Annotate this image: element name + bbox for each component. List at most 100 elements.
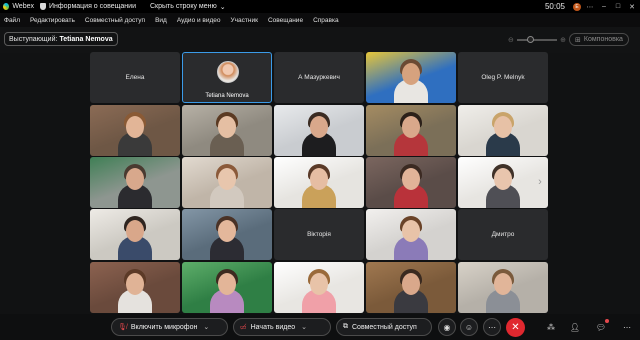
maximize-icon[interactable]: □ xyxy=(613,3,623,10)
zoom-slider[interactable] xyxy=(516,36,558,43)
reactions-button[interactable]: ☺ xyxy=(460,318,478,336)
participant-name: Вікторія xyxy=(307,231,331,238)
zoom-in-icon[interactable]: ⊕ xyxy=(560,36,566,44)
participant-tile[interactable]: Дмитро xyxy=(458,209,548,260)
menu-item-file[interactable]: Файл xyxy=(4,17,20,24)
video-off-icon: ▭̸ xyxy=(240,324,247,331)
leave-meeting-button[interactable]: ✕ xyxy=(506,318,525,337)
participant-face xyxy=(402,220,420,242)
menu-item-help[interactable]: Справка xyxy=(313,17,339,24)
video-feed xyxy=(182,105,272,156)
participant-tile[interactable]: Вікторія xyxy=(274,209,364,260)
share-label: Совместный доступ xyxy=(352,323,417,331)
record-button[interactable]: ◉ xyxy=(438,318,456,336)
chevron-down-icon: ⌄ xyxy=(219,3,226,11)
participant-video-tile[interactable] xyxy=(90,105,180,156)
share-screen-icon: ⧉ xyxy=(343,323,348,330)
participant-video-tile[interactable] xyxy=(366,105,456,156)
share-button[interactable]: ⧉ Совместный доступ xyxy=(336,318,432,336)
participant-video-tile[interactable] xyxy=(182,209,272,260)
title-bar: Webex Информация о совещании Скрыть стро… xyxy=(0,0,640,13)
more-icon[interactable]: ⋯ xyxy=(585,3,595,11)
start-video-button[interactable]: ▭̸ Начать видео ⌄ xyxy=(233,318,331,336)
menu-item-audio-video[interactable]: Аудио и видео xyxy=(177,17,221,24)
video-feed xyxy=(458,262,548,313)
presenter-bar: Выступающий: Tetiana Nemova ⊖ ⊕ ⊞ Компон… xyxy=(0,27,640,53)
participant-video-tile[interactable] xyxy=(458,105,548,156)
video-feed xyxy=(90,105,180,156)
menu-item-share[interactable]: Совместный доступ xyxy=(85,17,145,24)
unmute-button[interactable]: 🎙︎̸ Включить микрофон ⌄ xyxy=(111,318,228,336)
participant-name: Tetiana Nemova xyxy=(205,93,249,99)
participant-video-tile[interactable] xyxy=(366,209,456,260)
participant-name: А Мазуркевич xyxy=(298,74,340,81)
hide-menu-bar-button[interactable]: Скрыть строку меню ⌄ xyxy=(150,3,226,11)
participant-name: Oleg P. Melnyk xyxy=(481,74,525,81)
participant-video-tile[interactable] xyxy=(90,157,180,208)
participant-video-tile[interactable] xyxy=(182,105,272,156)
participant-video-tile[interactable] xyxy=(274,105,364,156)
more-icon: ⋯ xyxy=(623,322,631,332)
next-page-arrow-icon[interactable]: › xyxy=(531,171,549,193)
meeting-controls-bar: 🎙︎̸ Включить микрофон ⌄ ▭̸ Начать видео … xyxy=(0,314,640,340)
participant-video-tile[interactable] xyxy=(90,209,180,260)
active-speaker-tile[interactable]: Tetiana Nemova xyxy=(182,52,272,103)
participant-face xyxy=(310,116,328,138)
participant-video-tile[interactable] xyxy=(182,262,272,313)
participant-tile[interactable]: Oleg P. Melnyk xyxy=(458,52,548,103)
participant-video-tile[interactable] xyxy=(366,52,456,103)
participants-button[interactable]: 👤︎ xyxy=(568,320,582,334)
mic-muted-icon: 🎙︎̸ xyxy=(118,324,127,331)
menu-item-edit[interactable]: Редактировать xyxy=(30,17,75,24)
video-feed xyxy=(90,262,180,313)
more-icon: ⋯ xyxy=(488,322,496,332)
active-speaker-pill[interactable]: Выступающий: Tetiana Nemova xyxy=(4,32,118,46)
close-icon[interactable]: ✕ xyxy=(627,3,637,11)
close-icon: ✕ xyxy=(511,322,520,333)
participant-face xyxy=(126,220,144,242)
video-feed xyxy=(366,157,456,208)
menu-item-view[interactable]: Вид xyxy=(155,17,167,24)
video-feed xyxy=(90,157,180,208)
participant-face xyxy=(494,116,512,138)
minimize-icon[interactable]: – xyxy=(599,3,609,10)
participant-video-tile[interactable] xyxy=(274,157,364,208)
participant-tile[interactable]: Елена xyxy=(90,52,180,103)
video-feed xyxy=(182,262,272,313)
video-feed xyxy=(274,105,364,156)
app-name: Webex xyxy=(12,3,34,10)
emoji-icon: ☺ xyxy=(464,322,474,332)
video-feed xyxy=(366,262,456,313)
video-feed xyxy=(274,262,364,313)
participant-grid: Елена Tetiana Nemova А Мазуркевич Oleg P. M… xyxy=(90,52,550,314)
more-panels-button[interactable]: ⋯ xyxy=(620,320,634,334)
zoom-slider-handle[interactable] xyxy=(526,36,534,43)
meeting-info-button[interactable]: Информация о совещании xyxy=(40,3,136,10)
chevron-down-icon[interactable]: ⌄ xyxy=(301,323,307,331)
menu-item-participant[interactable]: Участник xyxy=(231,17,258,24)
participant-video-tile[interactable] xyxy=(458,262,548,313)
chevron-down-icon[interactable]: ⌄ xyxy=(203,323,209,331)
chat-button[interactable]: 💬︎ xyxy=(594,319,609,334)
participant-video-tile[interactable] xyxy=(182,157,272,208)
zoom-out-icon[interactable]: ⊖ xyxy=(508,36,514,44)
participant-face xyxy=(402,273,420,295)
presenter-name: Tetiana Nemova xyxy=(59,35,113,43)
participant-video-tile[interactable] xyxy=(366,157,456,208)
participant-video-tile[interactable] xyxy=(90,262,180,313)
webex-logo-icon xyxy=(3,3,10,10)
participant-video-tile[interactable] xyxy=(274,262,364,313)
participant-video-tile[interactable] xyxy=(366,262,456,313)
apps-button[interactable]: ⁂ xyxy=(544,320,558,334)
avatar xyxy=(217,61,239,83)
more-options-button[interactable]: ⋯ xyxy=(483,318,501,336)
layout-grid-icon: ⊞ xyxy=(575,36,581,44)
video-feed xyxy=(366,105,456,156)
start-video-label: Начать видео xyxy=(250,323,296,331)
layout-button[interactable]: ⊞ Компоновка xyxy=(569,33,629,46)
participant-tile[interactable]: А Мазуркевич xyxy=(274,52,364,103)
participant-face xyxy=(218,116,236,138)
menu-item-meeting[interactable]: Совещание xyxy=(268,17,303,24)
user-avatar-badge[interactable]: E xyxy=(573,2,581,11)
apps-icon: ⁂ xyxy=(547,322,555,332)
